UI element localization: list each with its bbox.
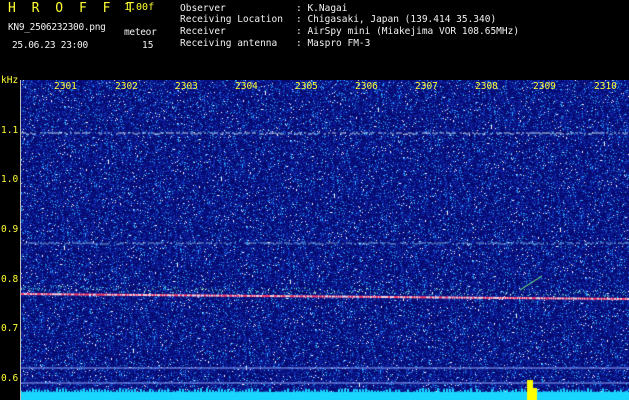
y-axis-unit: kHz (1, 75, 19, 86)
count-label: 15 (142, 40, 154, 51)
spectrogram-plot (20, 80, 629, 400)
x-tick: 2309 (533, 81, 556, 92)
datetime-label: 25.06.23 23:00 (12, 40, 88, 51)
spectrogram-canvas (20, 80, 629, 400)
y-tick: 1.0 (1, 174, 19, 185)
app-title: H R O F F T (8, 1, 139, 16)
antenna-value: : Maspro FM-3 (296, 38, 371, 49)
filename-label: KN9_2506232300.png (8, 22, 106, 33)
y-tick: 1.1 (1, 125, 19, 136)
receiver-label: Receiver (180, 26, 226, 37)
observer-value: : K.Nagai (296, 3, 348, 14)
location-label: Receiving Location (180, 14, 283, 25)
y-tick: 0.7 (1, 323, 19, 334)
x-tick: 2307 (415, 81, 438, 92)
x-tick: 2310 (594, 81, 617, 92)
y-axis-line (20, 80, 21, 400)
x-tick: 2302 (115, 81, 138, 92)
x-tick: 2305 (295, 81, 318, 92)
x-tick: 2303 (175, 81, 198, 92)
location-value: : Chigasaki, Japan (139.414 35.340) (296, 14, 497, 25)
header-panel: H R O F F T 1.00f KN9_2506232300.png 25.… (0, 0, 629, 74)
version-label: 1.00f (124, 2, 155, 13)
x-tick: 2308 (475, 81, 498, 92)
y-tick: 0.6 (1, 373, 19, 384)
x-tick: 2306 (355, 81, 378, 92)
x-tick: 2301 (54, 81, 77, 92)
x-tick: 2304 (235, 81, 258, 92)
mode-label: meteor (124, 27, 157, 38)
y-tick: 0.8 (1, 274, 19, 285)
y-tick: 0.9 (1, 224, 19, 235)
antenna-label: Receiving antenna (180, 38, 278, 49)
observer-label: Observer (180, 3, 226, 14)
receiver-value: : AirSpy mini (Miakejima VOR 108.65MHz) (296, 26, 520, 37)
